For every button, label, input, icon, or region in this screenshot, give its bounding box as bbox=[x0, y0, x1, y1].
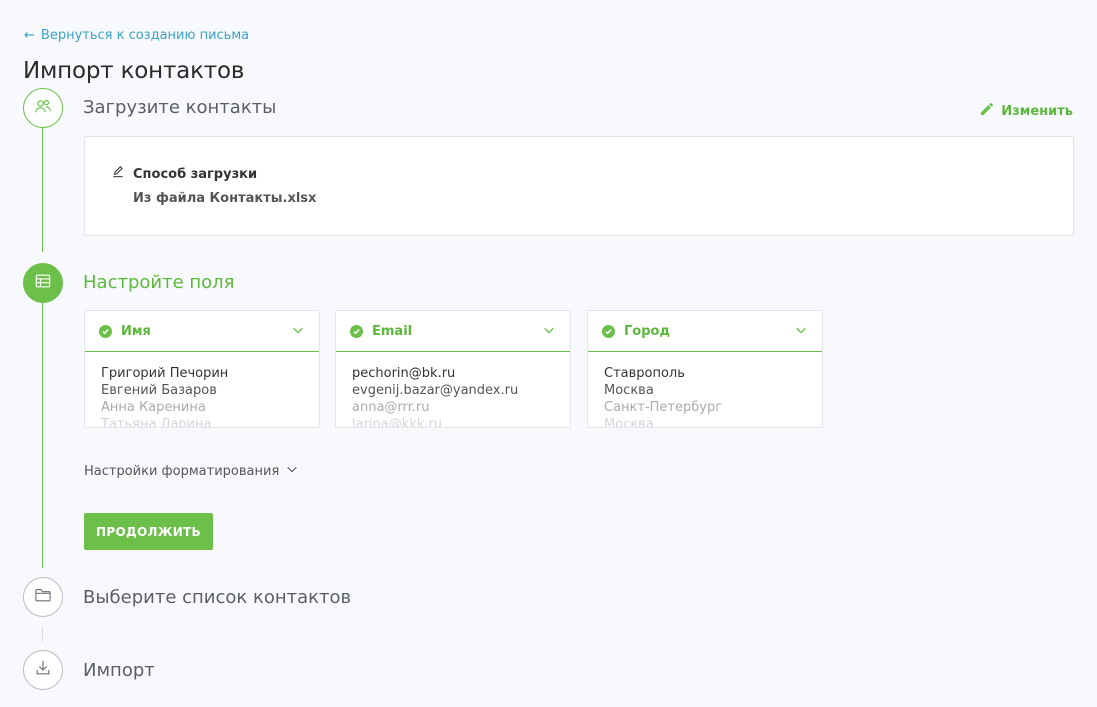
continue-button[interactable]: ПРОДОЛЖИТЬ bbox=[84, 513, 213, 550]
folder-icon bbox=[33, 585, 53, 609]
check-circle-icon bbox=[99, 324, 112, 338]
step-indicator-import bbox=[23, 650, 63, 690]
preview-value: Анна Каренина bbox=[101, 400, 206, 415]
pencil-icon bbox=[979, 101, 995, 121]
step-title-import: Импорт bbox=[83, 660, 155, 681]
chevron-down-icon bbox=[285, 462, 299, 480]
preview-value: Татьяна Ларина bbox=[101, 417, 212, 428]
edit-button-label: Изменить bbox=[1001, 103, 1073, 119]
step-indicator-list bbox=[23, 577, 63, 617]
upload-file-name: Из файла Контакты.xlsx bbox=[133, 191, 317, 206]
field-select-name[interactable]: Имя bbox=[85, 311, 319, 352]
step-indicator-fields bbox=[23, 263, 63, 303]
preview-value: pechorin@bk.ru bbox=[352, 366, 456, 381]
upload-summary-card: Способ загрузки Из файла Контакты.xlsx bbox=[84, 136, 1074, 236]
arrow-left-icon: ← bbox=[24, 28, 35, 43]
step-title-fields: Настройте поля bbox=[83, 272, 235, 293]
preview-value: evgenij.bazar@yandex.ru bbox=[352, 383, 519, 398]
download-icon bbox=[33, 658, 53, 682]
field-column-name: Имя Григорий Печорин Евгений Базаров Анн… bbox=[84, 310, 320, 428]
users-icon bbox=[33, 96, 53, 120]
step-connector bbox=[42, 303, 43, 568]
check-circle-icon bbox=[350, 324, 363, 338]
preview-value: Григорий Печорин bbox=[101, 366, 229, 381]
chevron-down-icon bbox=[794, 322, 808, 341]
preview-value: Санкт-Петербург bbox=[604, 400, 723, 415]
field-select-city[interactable]: Город bbox=[588, 311, 822, 352]
back-link-label: Вернуться к созданию письма bbox=[40, 28, 250, 43]
preview-value: Ставрополь bbox=[604, 366, 685, 381]
back-link[interactable]: ← Вернуться к созданию письма bbox=[24, 28, 249, 43]
table-icon bbox=[33, 271, 53, 295]
field-select-email[interactable]: Email bbox=[336, 311, 570, 352]
preview-value: Евгений Базаров bbox=[101, 383, 217, 398]
field-select-label: Email bbox=[372, 323, 413, 339]
step-connector bbox=[42, 127, 43, 252]
step-title-upload: Загрузите контакты bbox=[83, 97, 277, 118]
field-select-label: Имя bbox=[121, 323, 151, 339]
preview-value: larina@kkk.ru bbox=[352, 417, 443, 428]
chevron-down-icon bbox=[291, 322, 305, 341]
step-connector bbox=[42, 626, 43, 642]
step-title-list: Выберите список контактов bbox=[83, 587, 352, 608]
check-circle-icon bbox=[602, 324, 615, 338]
format-settings-label: Настройки форматирования bbox=[84, 463, 280, 479]
pencil-outline-icon bbox=[111, 165, 125, 183]
page-title: Импорт контактов bbox=[23, 58, 245, 84]
preview-value: anna@rrr.ru bbox=[352, 400, 430, 415]
field-preview-values: Ставрополь Москва Санкт-Петербург Москва bbox=[588, 352, 822, 428]
preview-value: Москва bbox=[604, 417, 654, 428]
upload-method-row: Способ загрузки bbox=[111, 165, 257, 183]
upload-method-label: Способ загрузки bbox=[133, 166, 258, 182]
chevron-down-icon bbox=[542, 322, 556, 341]
field-preview-values: pechorin@bk.ru evgenij.bazar@yandex.ru a… bbox=[336, 352, 570, 428]
step-indicator-upload bbox=[23, 88, 63, 128]
field-select-label: Город bbox=[624, 323, 670, 339]
field-preview-values: Григорий Печорин Евгений Базаров Анна Ка… bbox=[85, 352, 319, 428]
preview-value: Москва bbox=[604, 383, 654, 398]
edit-button[interactable]: Изменить bbox=[979, 101, 1073, 121]
format-settings-toggle[interactable]: Настройки форматирования bbox=[84, 462, 299, 480]
field-column-city: Город Ставрополь Москва Санкт-Петербург … bbox=[587, 310, 823, 428]
field-column-email: Email pechorin@bk.ru evgenij.bazar@yande… bbox=[335, 310, 571, 428]
